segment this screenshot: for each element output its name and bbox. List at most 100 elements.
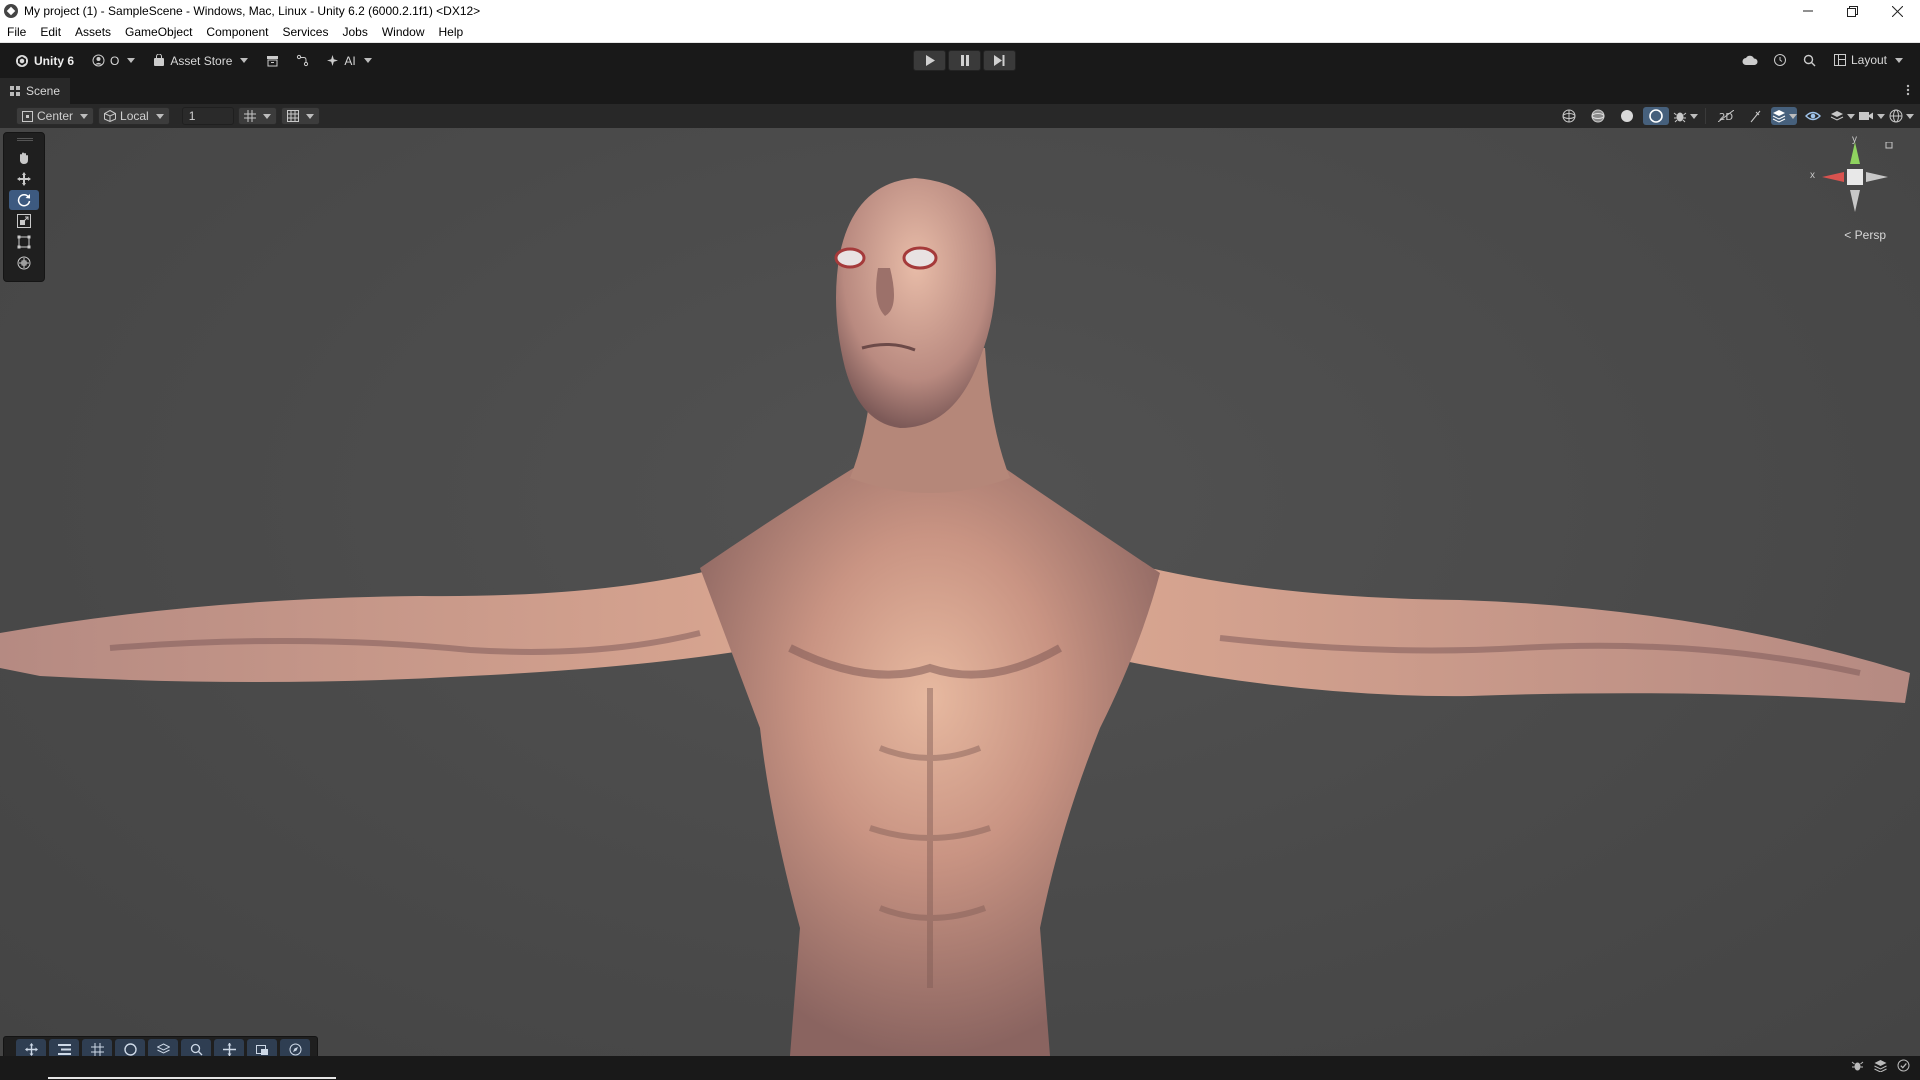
chevron-down-icon xyxy=(1846,113,1855,119)
alien-character-model[interactable] xyxy=(0,128,1920,1056)
menu-services[interactable]: Services xyxy=(275,25,335,39)
move-tool-button[interactable] xyxy=(9,169,39,189)
unlit-sphere-icon xyxy=(1649,109,1663,123)
audio-effects-toggle-button[interactable] xyxy=(1771,107,1797,125)
layers-dropdown[interactable] xyxy=(1829,107,1855,125)
account-icon xyxy=(92,54,105,67)
cloud-button[interactable] xyxy=(1737,49,1763,71)
camera-preview-icon xyxy=(255,1044,268,1055)
overlay-hierarchy-button[interactable] xyxy=(49,1039,79,1056)
gizmo-y-label: y xyxy=(1852,134,1857,145)
search-icon xyxy=(1804,54,1816,66)
eye-icon xyxy=(1805,111,1821,121)
unity-account-button[interactable]: Unity 6 xyxy=(8,50,81,72)
tab-menu-button[interactable] xyxy=(1906,84,1910,99)
chevron-down-icon xyxy=(127,58,136,63)
move-arrows-icon xyxy=(17,172,31,186)
view-tool-button[interactable] xyxy=(9,148,39,168)
draw-mode-wireframe-button[interactable] xyxy=(1556,107,1582,125)
overlay-orbit-button[interactable] xyxy=(115,1039,145,1056)
overlay-compass-button[interactable] xyxy=(280,1039,310,1056)
scale-tool-button[interactable] xyxy=(9,211,39,231)
window-titlebar: My project (1) - SampleScene - Windows, … xyxy=(0,0,1920,22)
tab-scene[interactable]: Scene xyxy=(0,78,71,104)
axis-gizmo-icon xyxy=(1822,141,1893,212)
play-button[interactable] xyxy=(913,50,946,71)
lighting-toggle-button[interactable] xyxy=(1742,107,1768,125)
layout-dropdown[interactable]: Layout xyxy=(1827,49,1910,71)
gizmos-dropdown[interactable] xyxy=(1888,107,1914,125)
rect-tool-button[interactable] xyxy=(9,232,39,252)
wireframe-sphere-icon xyxy=(1562,109,1576,123)
menu-jobs[interactable]: Jobs xyxy=(335,25,374,39)
scene-visibility-button[interactable] xyxy=(1800,107,1826,125)
pause-button[interactable] xyxy=(948,50,981,71)
overlay-layers-button[interactable] xyxy=(148,1039,178,1056)
search-button[interactable] xyxy=(1797,49,1823,71)
menu-assets[interactable]: Assets xyxy=(68,25,118,39)
cube-icon xyxy=(104,110,117,122)
shaded-wireframe-icon xyxy=(1591,109,1605,123)
overlay-grid-button[interactable] xyxy=(82,1039,112,1056)
sparkle-icon xyxy=(327,55,339,66)
left-eye xyxy=(834,247,866,269)
grid-visibility-dropdown[interactable] xyxy=(280,107,320,125)
check-circle-icon xyxy=(1897,1059,1910,1072)
minimize-button[interactable] xyxy=(1785,0,1830,22)
asset-store-label: Asset Store xyxy=(170,53,233,68)
transform-tool-button[interactable] xyxy=(9,253,39,273)
camera-settings-dropdown[interactable] xyxy=(1858,107,1885,125)
right-arm xyxy=(1110,568,1910,703)
menu-component[interactable]: Component xyxy=(199,25,275,39)
rotate-tool-button[interactable] xyxy=(9,190,39,210)
shopping-bag-icon xyxy=(154,54,165,66)
restore-button[interactable] xyxy=(1830,0,1875,22)
close-button[interactable] xyxy=(1875,0,1920,22)
layers-status-button[interactable] xyxy=(1874,1059,1887,1075)
scene-tab-bar: Scene xyxy=(0,78,1920,104)
draw-mode-unlit-button[interactable] xyxy=(1643,107,1669,125)
snap-increment-field[interactable]: 1 xyxy=(181,107,234,125)
menu-help[interactable]: Help xyxy=(432,25,471,39)
pivot-mode-dropdown[interactable]: Center xyxy=(16,107,95,125)
step-button[interactable] xyxy=(983,50,1016,71)
compile-status-button[interactable] xyxy=(1897,1059,1910,1075)
version-control-button[interactable] xyxy=(259,50,285,72)
scene-viewport[interactable]: y x < Persp xyxy=(0,128,1920,1056)
camera-icon xyxy=(1859,112,1873,120)
overlay-move-button[interactable] xyxy=(16,1039,46,1056)
draw-mode-shaded-wireframe-button[interactable] xyxy=(1585,107,1611,125)
layout-icon xyxy=(1833,54,1846,66)
menu-gameobject[interactable]: GameObject xyxy=(118,25,199,39)
overlay-search-button[interactable] xyxy=(181,1039,211,1056)
chevron-down-icon xyxy=(262,113,271,119)
menu-edit[interactable]: Edit xyxy=(33,25,68,39)
account-label: O xyxy=(110,53,120,68)
transform-tools-panel xyxy=(3,132,45,282)
ai-dropdown[interactable]: AI xyxy=(319,50,378,72)
panel-grip-icon[interactable] xyxy=(17,138,33,141)
2d-toggle-button[interactable]: 2D xyxy=(1713,107,1739,125)
pan-icon xyxy=(222,1042,236,1056)
pivot-rotation-dropdown[interactable]: Local xyxy=(98,107,170,125)
asset-store-dropdown[interactable]: Asset Store xyxy=(146,50,255,72)
status-progress-bar xyxy=(48,1077,336,1079)
pause-icon xyxy=(960,55,969,66)
branch-button[interactable] xyxy=(289,50,315,72)
menu-file[interactable]: File xyxy=(0,25,33,39)
orbit-icon xyxy=(123,1042,137,1056)
debug-status-button[interactable] xyxy=(1851,1059,1864,1075)
menu-window[interactable]: Window xyxy=(375,25,432,39)
chevron-down-icon xyxy=(305,113,314,119)
debug-draw-dropdown[interactable] xyxy=(1672,107,1698,125)
account-dropdown[interactable]: O xyxy=(85,50,142,72)
overlay-pan-button[interactable] xyxy=(214,1039,244,1056)
orientation-gizmo[interactable]: y x xyxy=(1810,134,1900,242)
cloud-icon xyxy=(1742,55,1758,65)
pivot-center-icon xyxy=(22,110,33,122)
draw-mode-shaded-button[interactable] xyxy=(1614,107,1640,125)
grid-snap-dropdown[interactable] xyxy=(237,107,277,125)
projection-toggle[interactable]: < Persp xyxy=(1844,228,1886,242)
overlay-camera-button[interactable] xyxy=(247,1039,277,1056)
undo-history-button[interactable] xyxy=(1767,49,1793,71)
